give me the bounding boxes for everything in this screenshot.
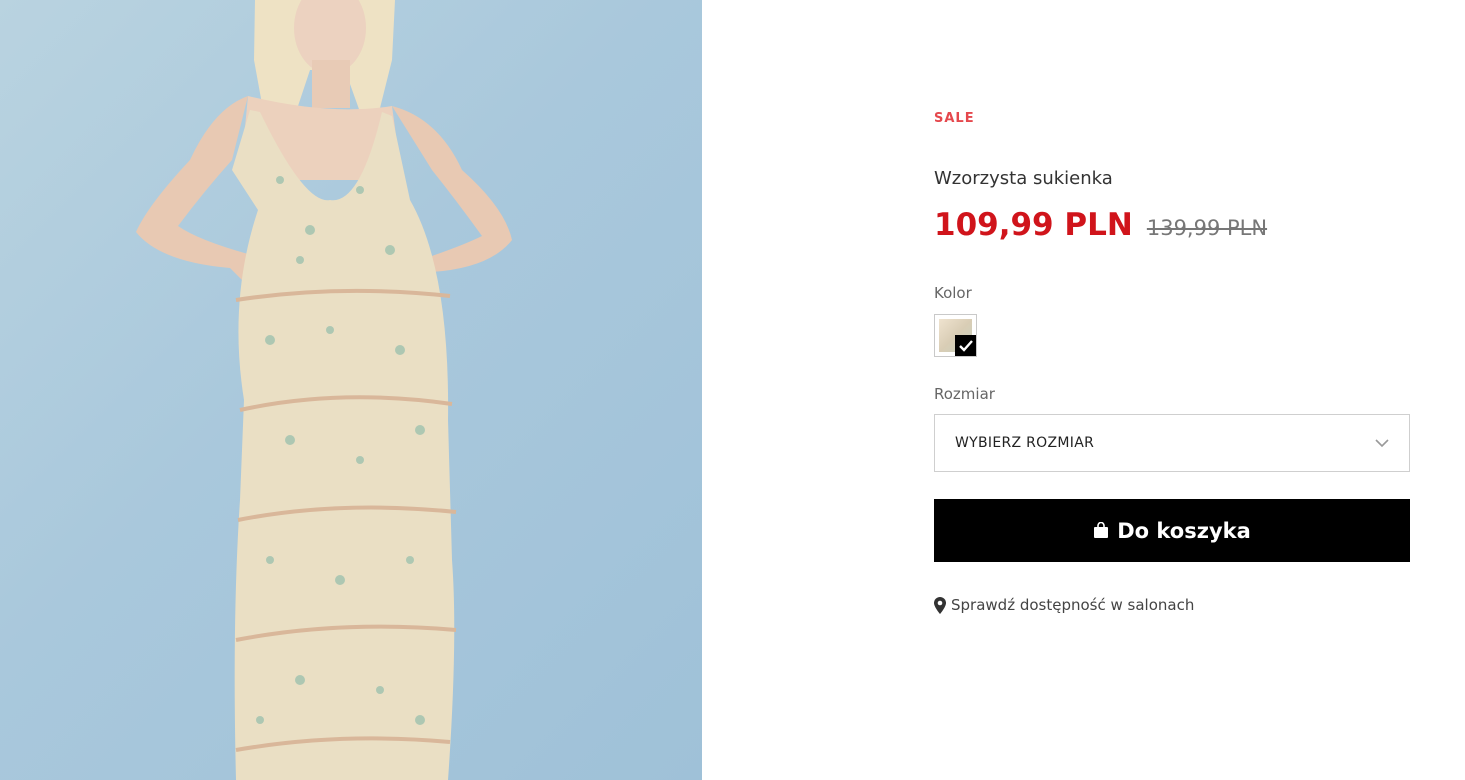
add-to-cart-button[interactable]: Do koszyka bbox=[934, 499, 1410, 562]
product-name: Wzorzysta sukienka bbox=[934, 168, 1113, 189]
size-select-value: WYBIERZ ROZMIAR bbox=[955, 435, 1095, 451]
current-price: 109,99 PLN bbox=[934, 207, 1133, 243]
color-label: Kolor bbox=[934, 284, 972, 302]
size-label: Rozmiar bbox=[934, 385, 995, 403]
add-to-cart-label: Do koszyka bbox=[1117, 518, 1251, 543]
chevron-down-icon bbox=[1375, 438, 1389, 448]
product-page: SALE Wzorzysta sukienka 109,99 PLN 139,9… bbox=[0, 0, 1465, 780]
shopping-bag-icon bbox=[1093, 522, 1109, 539]
product-photo-illustration bbox=[136, 0, 512, 780]
store-availability-link[interactable]: Sprawdź dostępność w salonach bbox=[934, 596, 1194, 614]
store-availability-label: Sprawdź dostępność w salonach bbox=[951, 596, 1195, 614]
price-row: 109,99 PLN 139,99 PLN bbox=[934, 207, 1267, 243]
old-price: 139,99 PLN bbox=[1146, 216, 1268, 240]
size-select[interactable]: WYBIERZ ROZMIAR bbox=[934, 414, 1410, 472]
color-swatch[interactable] bbox=[934, 314, 977, 357]
map-pin-icon bbox=[934, 596, 946, 614]
sale-badge: SALE bbox=[934, 111, 975, 126]
product-photo[interactable] bbox=[0, 0, 702, 780]
checkmark-icon bbox=[955, 335, 976, 356]
product-details: SALE Wzorzysta sukienka 109,99 PLN 139,9… bbox=[934, 0, 1410, 780]
